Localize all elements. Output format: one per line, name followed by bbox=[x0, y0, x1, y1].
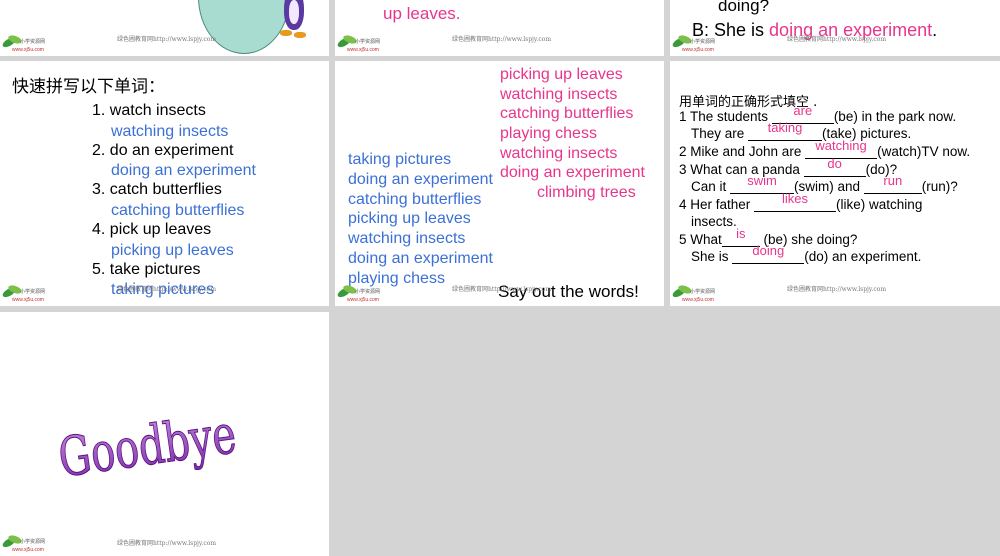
goodbye-text: Goodbye bbox=[55, 402, 240, 484]
site-logo: 小学资源网 www.xj5u.com bbox=[1, 283, 46, 304]
slide-thumbnail-3[interactable]: doing? B: She is doing an experiment. 小学… bbox=[670, 0, 1000, 56]
exercise-line: 4 Her father likes (like) watching bbox=[679, 191, 923, 212]
answer-blank: doing bbox=[732, 243, 805, 264]
answer-word: watching bbox=[815, 138, 867, 153]
exercise-line: They are taking (take) pictures. bbox=[691, 120, 911, 141]
answer-text: up leaves. bbox=[383, 4, 461, 23]
word-item: 3. catch butterflies bbox=[92, 181, 222, 198]
answer-word: taking bbox=[767, 120, 803, 135]
question-text: doing? bbox=[718, 0, 770, 15]
footer-url: 绿色圃教育网http://www.lspjy.com bbox=[452, 286, 552, 293]
footer-url: 绿色圃教育网http://www.lspjy.com bbox=[117, 36, 217, 43]
word-answer: catching butterflies bbox=[111, 202, 245, 219]
footer-url: 绿色圃教育网http://www.lspjy.com bbox=[117, 286, 217, 293]
answer-word: do bbox=[827, 156, 842, 171]
answer-word: run bbox=[883, 173, 903, 188]
answer-blank: likes bbox=[754, 191, 837, 212]
answer-word: doing bbox=[752, 243, 785, 258]
word-list-item: playing chess bbox=[500, 125, 597, 142]
footer-url: 绿色圃教育网http://www.lspjy.com bbox=[452, 36, 552, 43]
answer-blank: do bbox=[803, 156, 866, 177]
word-list-item: doing an experiment bbox=[348, 171, 493, 188]
slide-thumbnail-7[interactable]: Goodbye 小学资源网 www.xj5u.com 绿色圃教育网http://… bbox=[0, 312, 329, 556]
slide-thumbnail-2[interactable]: up leaves. 小学资源网 www.xj5u.com 绿色圃教育网http… bbox=[335, 0, 664, 56]
word-item: 4. pick up leaves bbox=[92, 221, 212, 238]
word-item: 5. take pictures bbox=[92, 261, 201, 278]
slide-heading: 快速拼写以下单词： bbox=[12, 77, 165, 97]
site-logo: 小学资源网 www.xj5u.com bbox=[336, 33, 381, 54]
word-list-item: catching butterflies bbox=[500, 105, 634, 122]
word-answer: picking up leaves bbox=[111, 242, 234, 259]
word-answer: doing an experiment bbox=[111, 162, 256, 179]
penguin-illustration bbox=[280, 0, 308, 42]
answer-word: is bbox=[736, 226, 746, 241]
exercise-text: (run)? bbox=[921, 179, 958, 194]
word-item: 2. do an experiment bbox=[92, 142, 234, 159]
exercise-text: Can it bbox=[691, 179, 731, 194]
exercise-text: They are bbox=[691, 126, 749, 141]
word-list-item: climbing trees bbox=[537, 184, 636, 201]
exercise-line: She is doing (do) an experiment. bbox=[691, 243, 922, 264]
answer-word: likes bbox=[782, 191, 809, 206]
exercise-text: 4 Her father bbox=[679, 197, 755, 212]
footer-url: 绿色圃教育网http://www.lspjy.com bbox=[117, 540, 217, 547]
site-logo: 小学资源网 www.xj5u.com bbox=[671, 33, 716, 54]
word-list-item: taking pictures bbox=[348, 151, 452, 168]
answer-suffix: . bbox=[932, 20, 938, 40]
slide-thumbnail-4[interactable]: 快速拼写以下单词： 1. watch insects watching inse… bbox=[0, 61, 329, 306]
site-logo: 小学资源网 www.xj5u.com bbox=[671, 283, 716, 304]
word-list-item: doing an experiment bbox=[500, 164, 645, 181]
word-list-item: watching insects bbox=[500, 145, 618, 162]
exercise-text: (like) watching bbox=[836, 197, 923, 212]
word-list-item: picking up leaves bbox=[348, 210, 471, 227]
egg-illustration bbox=[198, 0, 290, 54]
exercise-text: (be) in the park now. bbox=[833, 109, 957, 124]
exercise-text: 2 Mike and John are bbox=[679, 144, 806, 159]
exercise-text: 5 What bbox=[679, 232, 722, 247]
slide-thumbnail-5[interactable]: taking pictures doing an experiment catc… bbox=[335, 61, 664, 306]
footer-url: 绿色圃教育网http://www.lspjy.com bbox=[787, 286, 887, 293]
exercise-text: (do) an experiment. bbox=[804, 249, 922, 264]
word-item: 1. watch insects bbox=[92, 102, 206, 119]
answer-blank: run bbox=[863, 173, 922, 194]
slide-thumbnail-1[interactable]: 小学资源网 www.xj5u.com 绿色圃教育网http://www.lspj… bbox=[0, 0, 329, 56]
footer-url: 绿色圃教育网http://www.lspjy.com bbox=[787, 36, 887, 43]
goodbye-wordart: Goodbye bbox=[54, 402, 240, 484]
answer-word: are bbox=[793, 103, 813, 118]
word-list-item: watching insects bbox=[500, 86, 618, 103]
site-logo: 小学资源网 www.xj5u.com bbox=[1, 533, 46, 554]
word-list-item: doing an experiment bbox=[348, 250, 493, 267]
site-logo: 小学资源网 www.xj5u.com bbox=[336, 283, 381, 304]
exercise-text: (watch)TV now. bbox=[877, 144, 971, 159]
exercise-text: She is bbox=[691, 249, 733, 264]
word-list-item: picking up leaves bbox=[500, 66, 623, 83]
word-list-item: watching insects bbox=[348, 230, 466, 247]
slide-thumbnail-6[interactable]: 用单词的正确形式填空 . 1 The students are (be) in t… bbox=[670, 61, 1000, 306]
word-answer: watching insects bbox=[111, 123, 229, 140]
site-logo: 小学资源网 www.xj5u.com bbox=[1, 33, 46, 54]
answer-word: swim bbox=[747, 173, 777, 188]
word-list-item: catching butterflies bbox=[348, 191, 482, 208]
